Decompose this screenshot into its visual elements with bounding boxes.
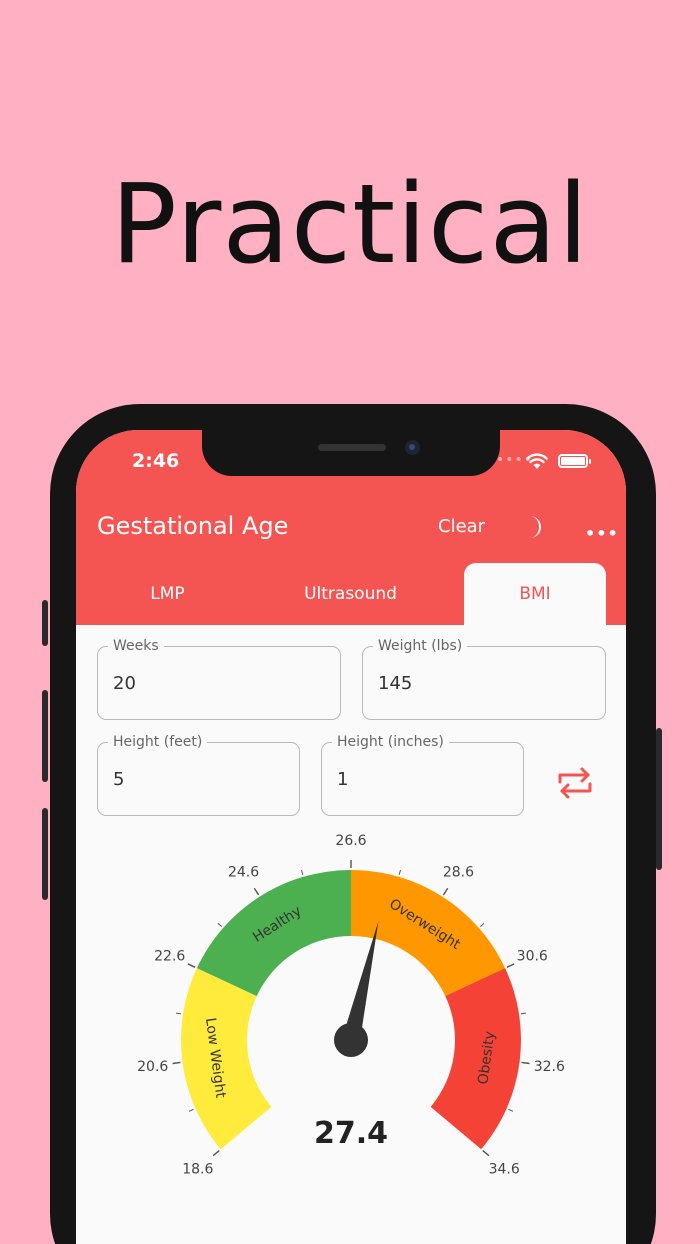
gauge-tick-label: 22.6 (154, 948, 185, 964)
gauge-minor-tick (479, 922, 485, 927)
speaker (318, 444, 386, 451)
tab-ultrasound[interactable]: Ultrasound (259, 563, 442, 625)
headline: Practical (110, 160, 590, 288)
gauge-minor-tick (217, 922, 223, 927)
height-feet-field[interactable]: Height (feet) 5 (97, 733, 300, 816)
gauge-minor-tick (520, 1012, 527, 1015)
gauge-major-tick (187, 963, 196, 968)
gauge-major-tick (253, 887, 260, 896)
gauge-major-tick (506, 963, 515, 968)
side-button (42, 690, 48, 782)
side-button (656, 728, 662, 870)
gauge-minor-tick (508, 1108, 514, 1112)
height-inches-value: 1 (337, 769, 349, 790)
gauge-tick-label: 24.6 (228, 864, 259, 880)
weight-label: Weight (lbs) (373, 637, 468, 655)
side-button (42, 808, 48, 900)
weight-field[interactable]: Weight (lbs) 145 (362, 637, 606, 720)
gauge-minor-tick (300, 869, 304, 876)
gauge-tick-label: 20.6 (137, 1059, 168, 1075)
status-time: 2:46 (132, 450, 180, 472)
weeks-label: Weeks (108, 637, 164, 655)
weeks-value: 20 (113, 673, 136, 694)
height-inches-field[interactable]: Height (inches) 1 (321, 733, 524, 816)
battery-icon (558, 454, 591, 468)
gauge-needle-hub (334, 1023, 368, 1057)
bmi-value: 27.4 (314, 1116, 388, 1151)
gauge-major-tick (212, 1150, 220, 1157)
gauge-tick-label: 32.6 (534, 1059, 565, 1075)
tab-bmi[interactable]: BMI (464, 563, 606, 625)
gauge-major-tick (521, 1061, 530, 1065)
gauge-minor-tick (398, 869, 402, 876)
app-screen: 2:46 •••• Gestational Age Clear ••• LMP … (76, 430, 626, 1244)
gauge-major-tick (442, 887, 449, 896)
swap-units-icon[interactable] (554, 766, 596, 800)
height-inches-label: Height (inches) (332, 733, 449, 751)
tab-lmp[interactable]: LMP (76, 563, 259, 625)
gauge-minor-tick (175, 1012, 182, 1015)
app-title: Gestational Age (97, 512, 289, 540)
side-button (42, 600, 48, 646)
wifi-icon (526, 453, 548, 469)
bmi-gauge: 18.620.622.624.626.628.630.632.634.6 Low… (137, 833, 565, 1178)
moon-icon[interactable] (522, 514, 544, 540)
gauge-band-low-weight (180, 968, 272, 1150)
height-feet-value: 5 (113, 769, 125, 790)
phone-notch (202, 430, 500, 476)
front-camera (405, 440, 420, 455)
gauge-tick-label: 28.6 (443, 864, 474, 880)
height-feet-label: Height (feet) (108, 733, 208, 751)
gauge-major-tick (482, 1150, 490, 1157)
gauge-band-obesity (430, 968, 521, 1150)
weight-value: 145 (378, 673, 413, 694)
gauge-tick-label: 34.6 (489, 1162, 520, 1178)
gauge-tick-label: 26.6 (335, 833, 366, 849)
gauge-tick-label: 30.6 (517, 948, 548, 964)
gauge-minor-tick (188, 1108, 194, 1112)
gauge-major-tick (172, 1061, 181, 1065)
weeks-field[interactable]: Weeks 20 (97, 637, 341, 720)
gauge-tick-label: 18.6 (182, 1162, 213, 1178)
more-options-icon[interactable]: ••• (585, 524, 619, 543)
clear-button[interactable]: Clear (438, 516, 485, 537)
